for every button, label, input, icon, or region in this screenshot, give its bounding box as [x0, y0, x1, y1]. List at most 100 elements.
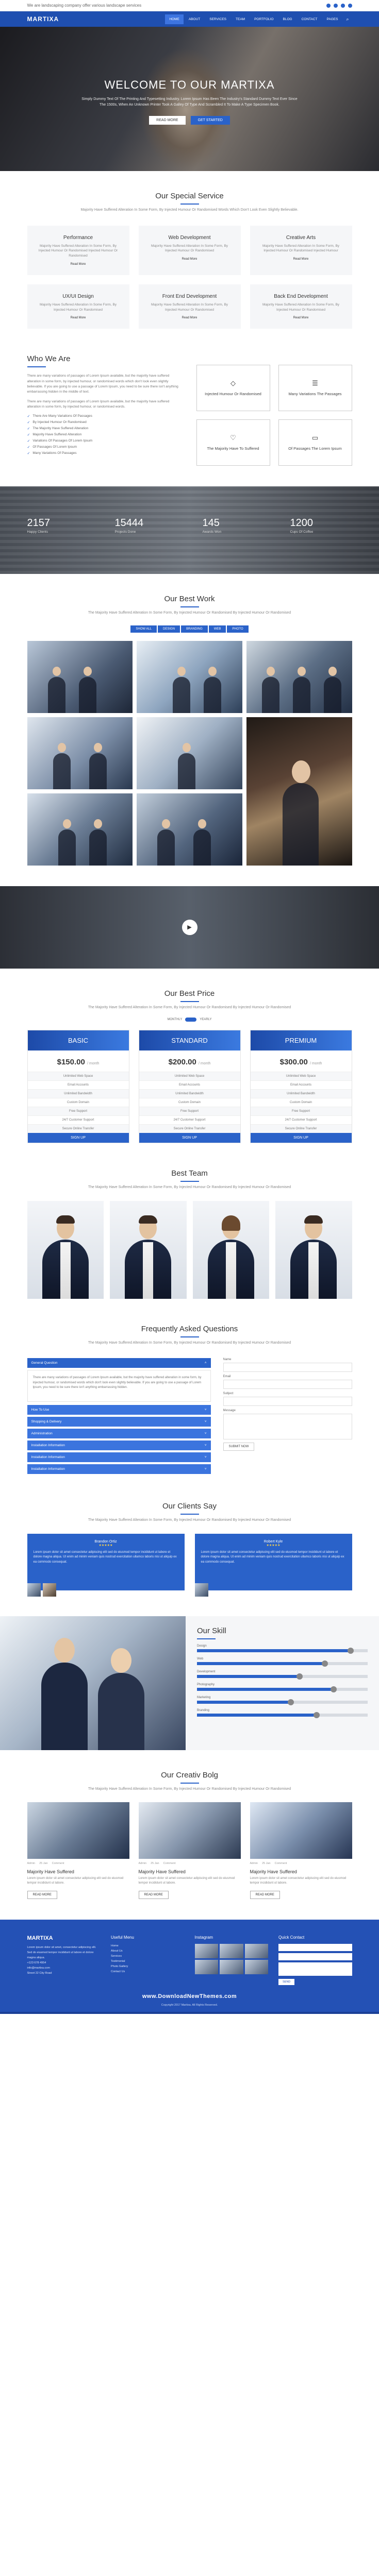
skill-slider-knob[interactable] [322, 1660, 328, 1667]
title-divider [180, 204, 199, 205]
plan-name: BASIC [27, 1030, 129, 1051]
list-item: ✓ Of Passages Of Lorem Ipsum [27, 445, 77, 449]
nav-team[interactable]: TEAM [232, 14, 249, 24]
email-field[interactable] [223, 1380, 352, 1389]
filter-tab[interactable]: WEB [208, 625, 226, 633]
portfolio-image[interactable] [137, 717, 242, 789]
read-more-button[interactable]: READ MORE [138, 1891, 169, 1900]
google-plus-icon[interactable] [340, 3, 345, 8]
faq-accordion: General Question ˄ There are many variati… [27, 1358, 211, 1476]
portfolio-image[interactable] [27, 640, 133, 713]
filter-tab[interactable]: SHOW ALL [130, 625, 157, 633]
skill-slider-knob[interactable] [296, 1673, 303, 1680]
footer-link[interactable]: Photo Gallery [111, 1964, 185, 1970]
instagram-thumb[interactable] [244, 1960, 268, 1975]
accordion-header[interactable]: Administration ˅ [27, 1429, 211, 1439]
portfolio-image[interactable] [27, 717, 133, 789]
play-icon[interactable]: ▶ [182, 919, 197, 935]
nav-services[interactable]: SERVICES [205, 14, 230, 24]
plan-signup-button[interactable]: SIGN UP [139, 1133, 240, 1143]
service-title: Front End Development [162, 293, 217, 299]
footer-link[interactable]: Home [111, 1944, 185, 1949]
instagram-thumb[interactable] [244, 1944, 268, 1959]
hero-read-more-button[interactable]: READ MORE [149, 116, 186, 125]
team-member-photo[interactable] [192, 1200, 269, 1299]
footer-email[interactable]: info@martixa.com [27, 1966, 101, 1971]
skill-slider-knob[interactable] [288, 1699, 294, 1705]
nav-pages[interactable]: PAGES [323, 14, 342, 24]
filter-tab[interactable]: DESIGN [158, 625, 180, 633]
portfolio-image[interactable] [27, 793, 133, 866]
skill-slider-knob[interactable] [330, 1686, 337, 1692]
nav-contact[interactable]: CONTACT [298, 14, 322, 24]
service-read-more-link[interactable]: Read More [71, 316, 86, 319]
blog-image[interactable] [138, 1802, 241, 1859]
list-item: ✓ Many Variations Of Passages [27, 451, 77, 455]
site-logo[interactable]: MARTIXA [27, 15, 59, 23]
accordion-header[interactable]: General Question ˄ [27, 1358, 211, 1368]
title-divider [180, 1782, 199, 1784]
facebook-icon[interactable] [326, 3, 331, 8]
search-icon[interactable]: ⌕ [343, 16, 352, 22]
instagram-thumb[interactable] [194, 1944, 218, 1959]
twitter-icon[interactable] [333, 3, 338, 8]
blog-post-title[interactable]: Majority Have Suffered [139, 1869, 241, 1874]
blog-image[interactable] [250, 1802, 352, 1859]
blog-post-title[interactable]: Majority Have Suffered [250, 1869, 352, 1874]
footer-link[interactable]: Services [111, 1954, 185, 1959]
team-member-photo[interactable] [27, 1200, 104, 1299]
service-read-more-link[interactable]: Read More [293, 258, 309, 261]
service-read-more-link[interactable]: Read More [182, 258, 197, 261]
name-field[interactable] [223, 1363, 352, 1372]
nav-blog[interactable]: BLOG [279, 14, 296, 24]
team-member-photo[interactable] [110, 1200, 187, 1299]
footer-email-input[interactable] [278, 1953, 352, 1961]
submit-button[interactable]: SUBMIT NOW [223, 1443, 255, 1451]
portfolio-image[interactable] [246, 640, 352, 713]
portfolio-image[interactable] [137, 793, 242, 866]
linkedin-icon[interactable] [348, 3, 352, 8]
filter-tab[interactable]: PHOTO [227, 625, 249, 633]
footer-link[interactable]: Testimonial [111, 1959, 185, 1964]
instagram-thumb[interactable] [194, 1960, 218, 1975]
read-more-button[interactable]: READ MORE [27, 1891, 57, 1900]
footer-logo[interactable]: MARTIXA [27, 1935, 101, 1941]
portfolio-image[interactable] [137, 640, 242, 713]
nav-home[interactable]: HOME [165, 14, 184, 24]
accordion-header[interactable]: How To Use ˅ [27, 1405, 211, 1415]
footer-name-input[interactable] [278, 1944, 352, 1952]
footer-link[interactable]: About Us [111, 1949, 185, 1954]
avatar[interactable] [27, 1583, 41, 1597]
accordion-header[interactable]: Installation Information ˅ [27, 1464, 211, 1475]
avatar[interactable] [194, 1583, 208, 1597]
filter-tab[interactable]: BRANDING [181, 625, 208, 633]
accordion-header[interactable]: Shopping & Delivery ˅ [27, 1417, 211, 1427]
blog-post-title[interactable]: Majority Have Suffered [27, 1869, 129, 1874]
subject-field[interactable] [223, 1397, 352, 1406]
service-read-more-link[interactable]: Read More [71, 263, 86, 266]
plan-signup-button[interactable]: SIGN UP [250, 1133, 352, 1143]
hero-get-started-button[interactable]: GET STARTED [190, 116, 230, 125]
billing-switch[interactable] [185, 1018, 197, 1022]
accordion-header[interactable]: Installation Information ˅ [27, 1452, 211, 1463]
footer-instagram: Instagram [194, 1935, 268, 1985]
footer-link[interactable]: Contact Us [111, 1970, 185, 1975]
read-more-button[interactable]: READ MORE [250, 1891, 280, 1900]
blog-image[interactable] [27, 1802, 129, 1859]
footer-send-button[interactable]: SEND [278, 1979, 295, 1986]
plan-signup-button[interactable]: SIGN UP [27, 1133, 129, 1143]
service-read-more-link[interactable]: Read More [293, 316, 309, 319]
avatar[interactable] [42, 1583, 56, 1597]
accordion-header[interactable]: Installation Information ˅ [27, 1440, 211, 1451]
nav-about[interactable]: ABOUT [185, 14, 204, 24]
skill-slider-knob[interactable] [347, 1647, 354, 1654]
team-member-photo[interactable] [275, 1200, 352, 1299]
footer-message-input[interactable] [278, 1962, 352, 1976]
nav-portfolio[interactable]: PORTFOLIO [250, 14, 277, 24]
service-read-more-link[interactable]: Read More [182, 316, 197, 319]
instagram-thumb[interactable] [220, 1960, 243, 1975]
portfolio-image[interactable] [246, 717, 352, 866]
instagram-thumb[interactable] [220, 1944, 243, 1959]
skill-slider-knob[interactable] [313, 1711, 320, 1718]
message-field[interactable] [223, 1414, 352, 1440]
